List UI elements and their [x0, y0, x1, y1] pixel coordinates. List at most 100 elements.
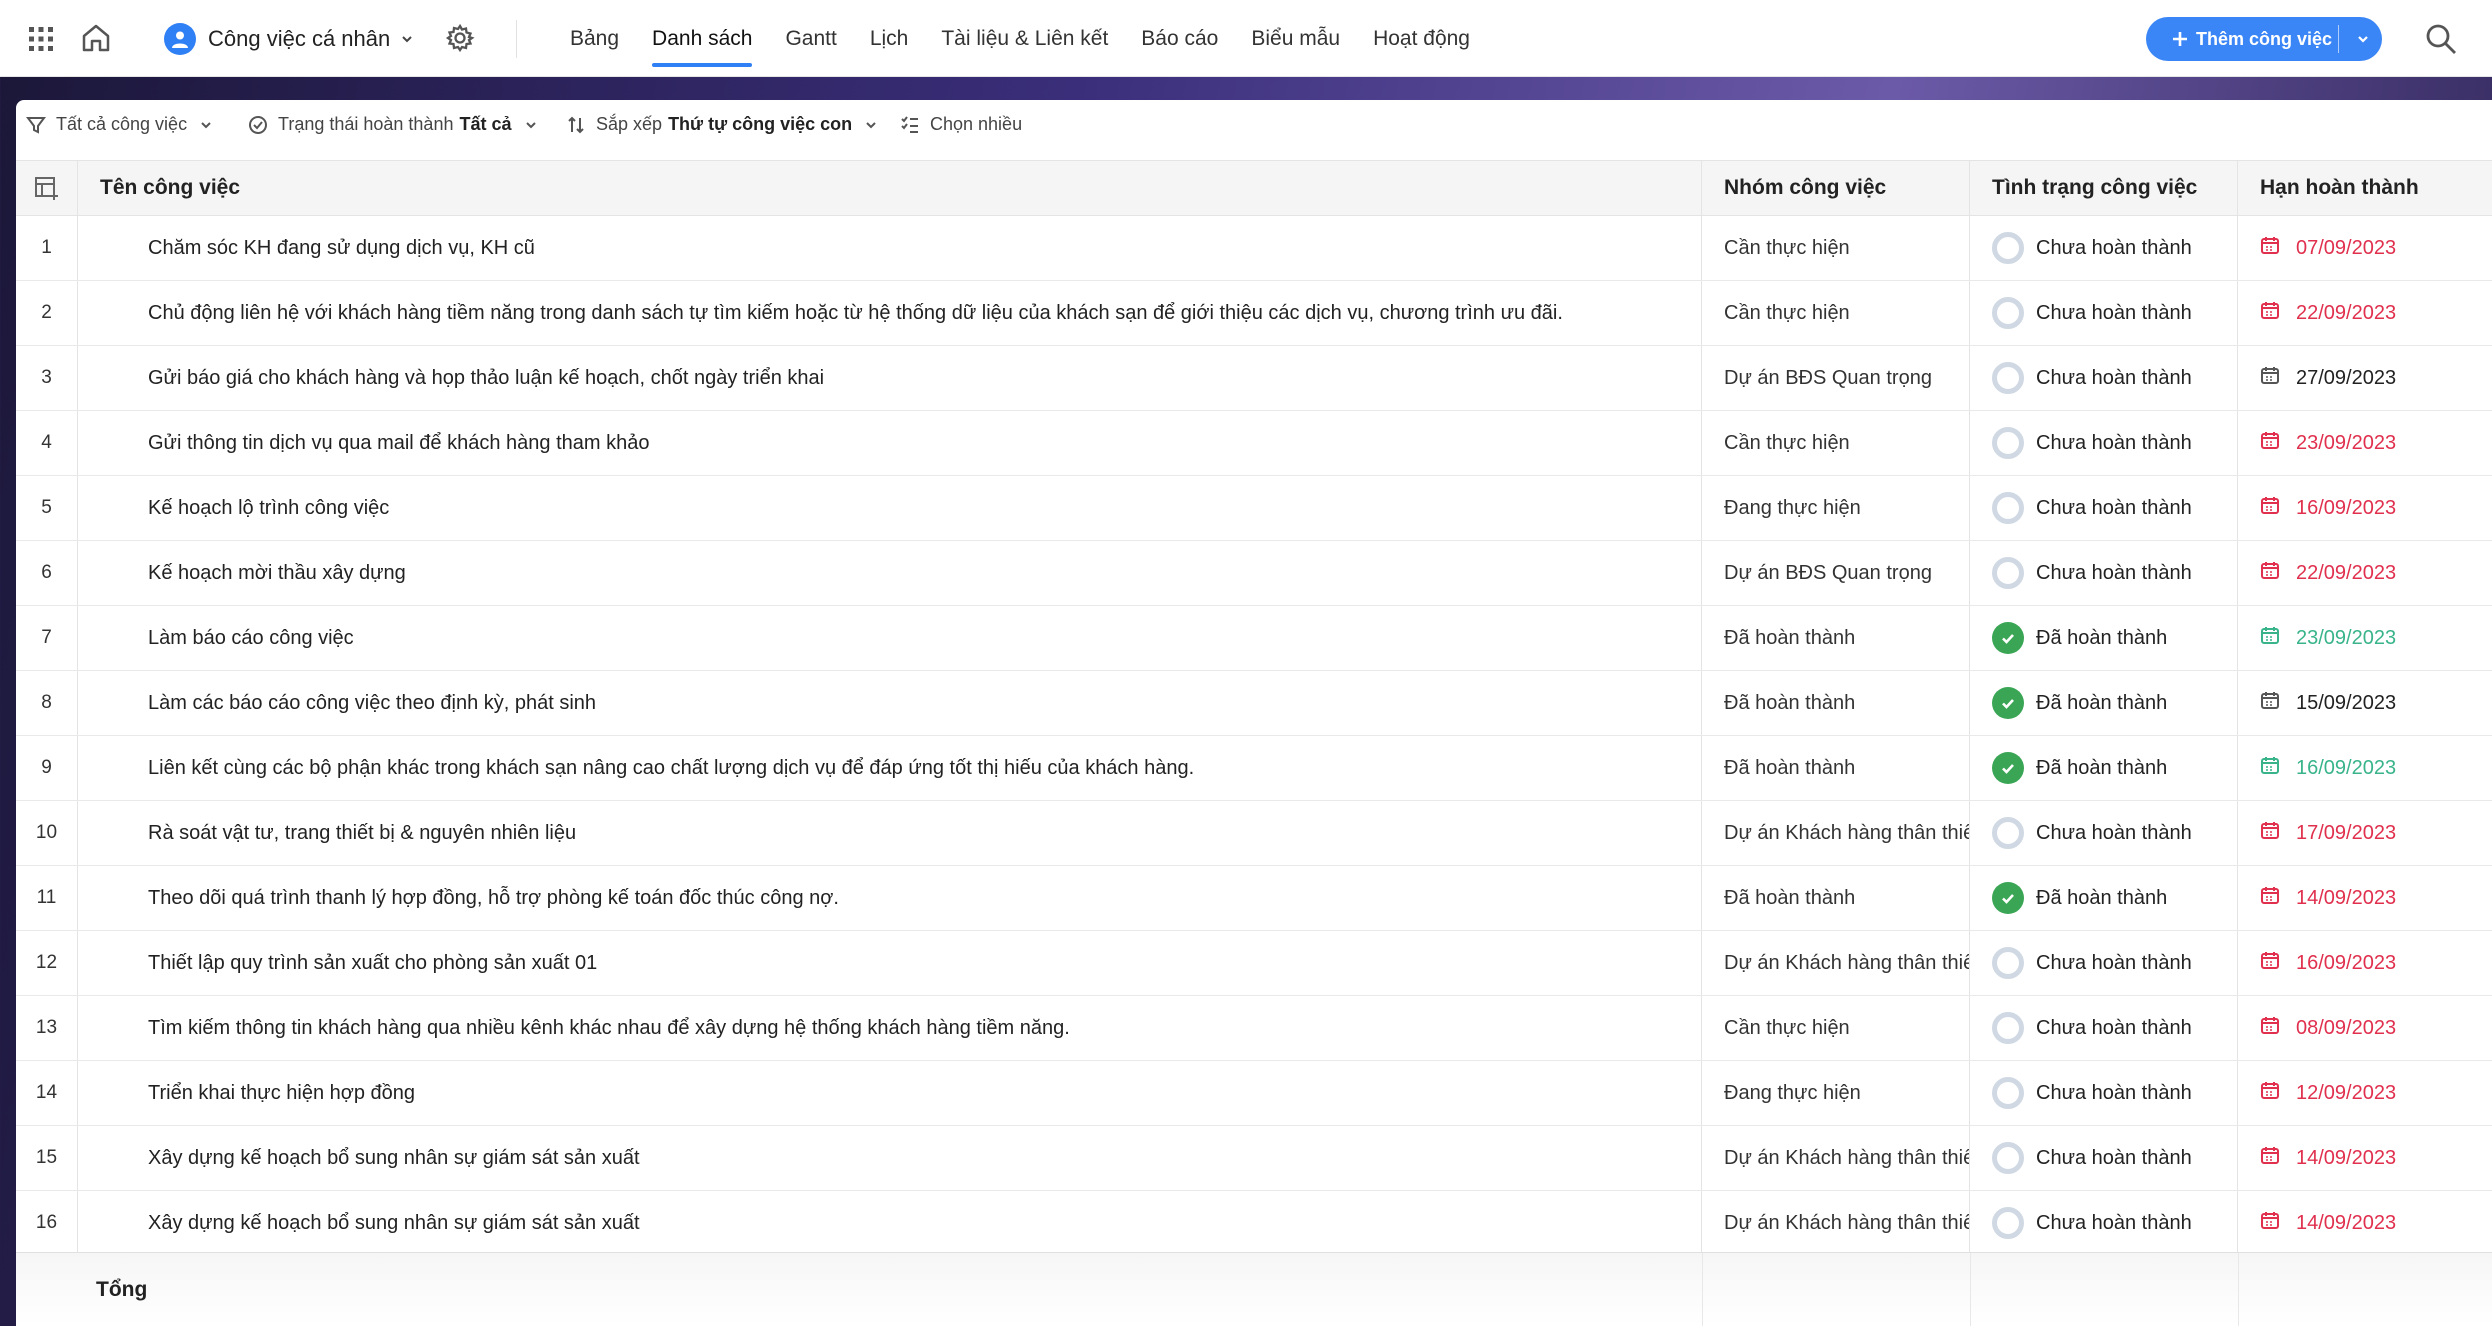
tab-2[interactable]: Gantt	[785, 0, 836, 77]
task-due-date[interactable]: 17/09/2023	[2238, 801, 2492, 865]
task-status[interactable]: Đã hoàn thành	[1970, 671, 2238, 735]
pending-status-icon[interactable]	[1992, 1012, 2024, 1044]
task-due-date[interactable]: 08/09/2023	[2238, 996, 2492, 1060]
completed-check-icon[interactable]	[1992, 882, 2024, 914]
task-group[interactable]: Đã hoàn thành	[1702, 671, 1970, 735]
settings-gear-icon[interactable]	[444, 22, 476, 54]
pending-status-icon[interactable]	[1992, 1207, 2024, 1239]
tab-7[interactable]: Hoạt động	[1373, 0, 1470, 77]
task-name[interactable]: Gửi báo giá cho khách hàng và họp thảo l…	[78, 346, 1702, 410]
task-group[interactable]: Dự án Khách hàng thân thiết	[1702, 1126, 1970, 1190]
task-group[interactable]: Dự án Khách hàng thân thiết	[1702, 1191, 1970, 1255]
table-row[interactable]: 7 Làm báo cáo công việc Đã hoàn thành Đã ho…	[16, 606, 2492, 671]
task-due-date[interactable]: 15/09/2023	[2238, 671, 2492, 735]
task-status[interactable]: Chưa hoàn thành	[1970, 1191, 2238, 1255]
task-due-date[interactable]: 23/09/2023	[2238, 411, 2492, 475]
column-header-group[interactable]: Nhóm công việc	[1702, 161, 1970, 215]
pending-status-icon[interactable]	[1992, 1142, 2024, 1174]
task-status[interactable]: Chưa hoàn thành	[1970, 476, 2238, 540]
multi-select-button[interactable]: Chọn nhiều	[900, 114, 1022, 135]
completed-check-icon[interactable]	[1992, 622, 2024, 654]
completed-check-icon[interactable]	[1992, 752, 2024, 784]
task-group[interactable]: Dự án Khách hàng thân thiết	[1702, 931, 1970, 995]
table-row[interactable]: 9 Liên kết cùng các bộ phận khác trong kh…	[16, 736, 2492, 801]
table-row[interactable]: 2 Chủ động liên hệ với khách hàng tiềm nă…	[16, 281, 2492, 346]
tab-0[interactable]: Bảng	[570, 0, 619, 77]
task-status[interactable]: Chưa hoàn thành	[1970, 216, 2238, 280]
task-name[interactable]: Làm các báo cáo công việc theo định kỳ, …	[78, 671, 1702, 735]
table-row[interactable]: 10 Rà soát vật tư, trang thiết bị & nguyê…	[16, 801, 2492, 866]
task-status[interactable]: Đã hoàn thành	[1970, 736, 2238, 800]
pending-status-icon[interactable]	[1992, 232, 2024, 264]
task-name[interactable]: Liên kết cùng các bộ phận khác trong khá…	[78, 736, 1702, 800]
apps-grid-icon[interactable]	[26, 24, 56, 54]
task-group[interactable]: Đã hoàn thành	[1702, 866, 1970, 930]
column-header-name[interactable]: Tên công việc	[78, 161, 1702, 215]
home-icon[interactable]	[78, 20, 114, 56]
task-status[interactable]: Đã hoàn thành	[1970, 866, 2238, 930]
table-row[interactable]: 6 Kế hoạch mời thầu xây dựng Dự án BĐS Qua…	[16, 541, 2492, 606]
add-column-icon[interactable]	[16, 161, 78, 215]
table-row[interactable]: 1 Chăm sóc KH đang sử dụng dịch vụ, KH cũ…	[16, 216, 2492, 281]
column-header-status[interactable]: Tình trạng công việc	[1970, 161, 2238, 215]
table-row[interactable]: 14 Triển khai thực hiện hợp đồng Đang thực…	[16, 1061, 2492, 1126]
pending-status-icon[interactable]	[1992, 362, 2024, 394]
task-name[interactable]: Chăm sóc KH đang sử dụng dịch vụ, KH cũ	[78, 216, 1702, 280]
pending-status-icon[interactable]	[1992, 427, 2024, 459]
task-group[interactable]: Cần thực hiện	[1702, 411, 1970, 475]
task-due-date[interactable]: 22/09/2023	[2238, 281, 2492, 345]
table-row[interactable]: 3 Gửi báo giá cho khách hàng và họp thảo …	[16, 346, 2492, 411]
task-group[interactable]: Cần thực hiện	[1702, 281, 1970, 345]
table-row[interactable]: 13 Tìm kiếm thông tin khách hàng qua nhiề…	[16, 996, 2492, 1061]
tab-5[interactable]: Báo cáo	[1141, 0, 1218, 77]
task-filter-dropdown[interactable]: Tất cả công việc	[26, 114, 223, 135]
task-group[interactable]: Dự án BĐS Quan trọng	[1702, 541, 1970, 605]
tab-1[interactable]: Danh sách	[652, 0, 753, 77]
task-group[interactable]: Đã hoàn thành	[1702, 606, 1970, 670]
task-status[interactable]: Chưa hoàn thành	[1970, 281, 2238, 345]
task-due-date[interactable]: 16/09/2023	[2238, 736, 2492, 800]
task-name[interactable]: Kế hoạch lộ trình công việc	[78, 476, 1702, 540]
task-group[interactable]: Đang thực hiện	[1702, 476, 1970, 540]
task-name[interactable]: Triển khai thực hiện hợp đồng	[78, 1061, 1702, 1125]
task-name[interactable]: Chủ động liên hệ với khách hàng tiềm năn…	[78, 281, 1702, 345]
task-name[interactable]: Xây dựng kế hoạch bổ sung nhân sự giám s…	[78, 1191, 1702, 1255]
search-icon[interactable]	[2422, 20, 2460, 58]
task-due-date[interactable]: 14/09/2023	[2238, 1191, 2492, 1255]
task-status[interactable]: Chưa hoàn thành	[1970, 541, 2238, 605]
table-row[interactable]: 11 Theo dõi quá trình thanh lý hợp đồng, …	[16, 866, 2492, 931]
table-row[interactable]: 4 Gửi thông tin dịch vụ qua mail để khách…	[16, 411, 2492, 476]
task-status[interactable]: Chưa hoàn thành	[1970, 1061, 2238, 1125]
workspace-selector[interactable]: Công việc cá nhân	[164, 20, 414, 58]
task-status[interactable]: Chưa hoàn thành	[1970, 931, 2238, 995]
table-row[interactable]: 15 Xây dựng kế hoạch bổ sung nhân sự giám…	[16, 1126, 2492, 1191]
task-due-date[interactable]: 16/09/2023	[2238, 931, 2492, 995]
completed-check-icon[interactable]	[1992, 687, 2024, 719]
task-status[interactable]: Đã hoàn thành	[1970, 606, 2238, 670]
task-name[interactable]: Xây dựng kế hoạch bổ sung nhân sự giám s…	[78, 1126, 1702, 1190]
task-due-date[interactable]: 22/09/2023	[2238, 541, 2492, 605]
pending-status-icon[interactable]	[1992, 297, 2024, 329]
tab-6[interactable]: Biểu mẫu	[1251, 0, 1340, 77]
pending-status-icon[interactable]	[1992, 557, 2024, 589]
task-name[interactable]: Theo dõi quá trình thanh lý hợp đồng, hỗ…	[78, 866, 1702, 930]
task-name[interactable]: Kế hoạch mời thầu xây dựng	[78, 541, 1702, 605]
task-due-date[interactable]: 07/09/2023	[2238, 216, 2492, 280]
table-row[interactable]: 5 Kế hoạch lộ trình công việc Đang thực hi…	[16, 476, 2492, 541]
task-name[interactable]: Tìm kiếm thông tin khách hàng qua nhiều …	[78, 996, 1702, 1060]
task-group[interactable]: Dự án Khách hàng thân thiết	[1702, 801, 1970, 865]
task-due-date[interactable]: 23/09/2023	[2238, 606, 2492, 670]
task-name[interactable]: Gửi thông tin dịch vụ qua mail để khách …	[78, 411, 1702, 475]
pending-status-icon[interactable]	[1992, 492, 2024, 524]
task-due-date[interactable]: 14/09/2023	[2238, 866, 2492, 930]
completion-status-dropdown[interactable]: Trạng thái hoàn thành Tất cả	[248, 114, 548, 135]
task-due-date[interactable]: 27/09/2023	[2238, 346, 2492, 410]
task-group[interactable]: Đang thực hiện	[1702, 1061, 1970, 1125]
task-group[interactable]: Cần thực hiện	[1702, 216, 1970, 280]
column-header-due[interactable]: Hạn hoàn thành	[2238, 161, 2492, 215]
task-status[interactable]: Chưa hoàn thành	[1970, 411, 2238, 475]
task-due-date[interactable]: 12/09/2023	[2238, 1061, 2492, 1125]
task-status[interactable]: Chưa hoàn thành	[1970, 996, 2238, 1060]
table-row[interactable]: 8 Làm các báo cáo công việc theo định kỳ,…	[16, 671, 2492, 736]
task-due-date[interactable]: 14/09/2023	[2238, 1126, 2492, 1190]
